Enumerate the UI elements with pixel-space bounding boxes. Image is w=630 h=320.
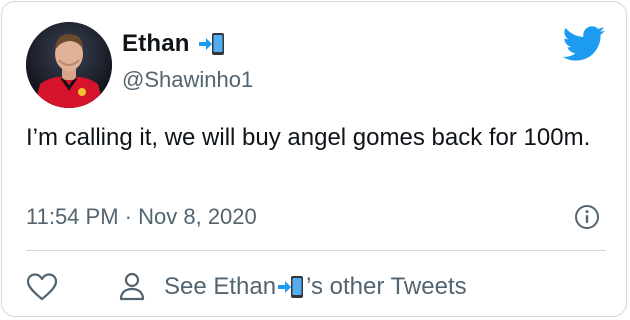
person-icon[interactable] xyxy=(118,272,146,302)
heart-icon[interactable] xyxy=(26,272,58,302)
see-other-suffix: ’s other Tweets xyxy=(306,273,467,300)
tweet-timestamp[interactable]: 11:54 PM · Nov 8, 2020 xyxy=(26,204,257,230)
avatar-image xyxy=(26,22,112,108)
twitter-bird-icon[interactable] xyxy=(562,26,606,62)
tweet-date: Nov 8, 2020 xyxy=(138,204,257,229)
meta-separator: · xyxy=(124,204,132,229)
tweet-text: I’m calling it, we will buy angel gomes … xyxy=(26,124,591,151)
tweet-time: 11:54 PM xyxy=(26,204,119,229)
info-icon[interactable] xyxy=(574,204,600,230)
divider xyxy=(26,250,606,251)
avatar[interactable] xyxy=(26,22,112,108)
name-row[interactable]: Ethan xyxy=(122,30,226,58)
phone-with-arrow-icon xyxy=(198,33,224,55)
user-handle[interactable]: @Shawinho1 xyxy=(122,67,253,93)
action-row: See Ethan ’s other Tweets xyxy=(26,268,606,308)
phone-with-arrow-icon xyxy=(278,276,304,298)
see-other-tweets-link[interactable]: See Ethan ’s other Tweets xyxy=(164,273,467,301)
see-other-prefix: See Ethan xyxy=(164,273,277,300)
tweet-meta: 11:54 PM · Nov 8, 2020 xyxy=(26,202,606,232)
tweet-card[interactable]: Ethan @Shawinho1 I’m calling it, we will… xyxy=(1,1,627,317)
display-name[interactable]: Ethan xyxy=(122,30,190,58)
